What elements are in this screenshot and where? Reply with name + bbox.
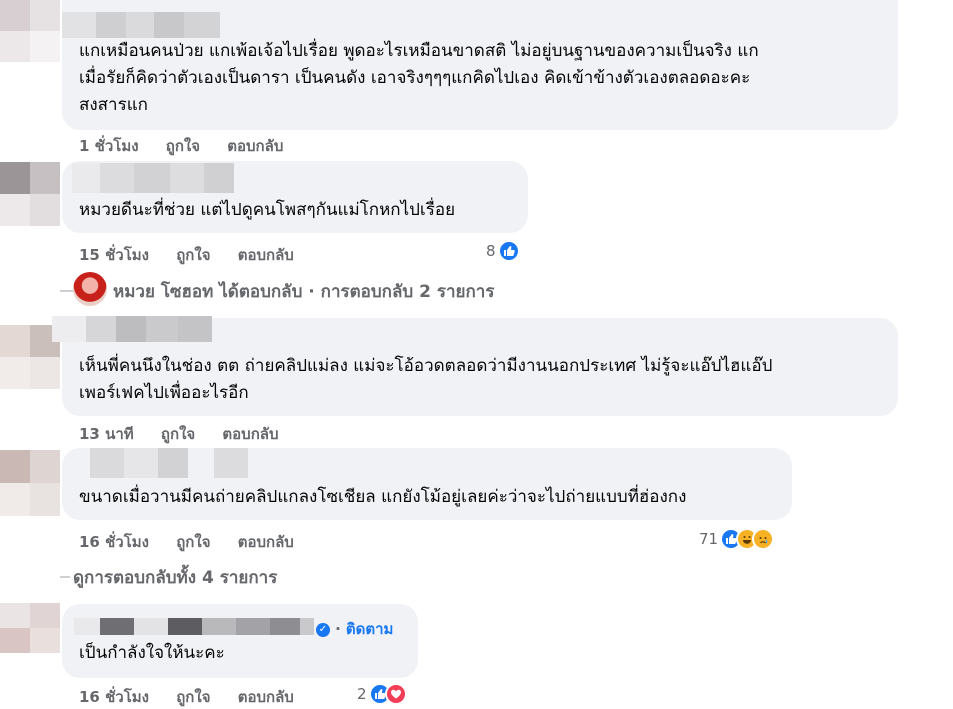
replier-name[interactable]: หมวย โซฮอท <box>113 282 213 302</box>
comment-text: แกเหมือนคนป่วย แกเพ้อเจ้อไปเรื่อย พูดอะไ… <box>79 41 759 115</box>
comment-timestamp[interactable]: 15 ชั่วโมง <box>79 243 149 267</box>
separator-dot: · <box>335 620 341 638</box>
comment-actions: 13 นาที ถูกใจ ตอบกลับ <box>79 422 301 446</box>
avatar[interactable] <box>0 603 60 653</box>
comment-text: หมวยดีนะที่ช่วย แต่ไปดูคนโพสๆกันแม่โกหกไ… <box>79 200 456 220</box>
commenter-name-blurred[interactable] <box>52 316 212 342</box>
reply-button[interactable]: ตอบกลับ <box>222 422 278 446</box>
avatar[interactable] <box>0 0 60 62</box>
avatar[interactable] <box>0 162 60 226</box>
reaction-summary[interactable]: 2 <box>357 683 407 705</box>
reply-button[interactable]: ตอบกลับ <box>238 685 294 709</box>
like-button[interactable]: ถูกใจ <box>176 530 210 554</box>
comment-actions: 16 ชั่วโมง ถูกใจ ตอบกลับ <box>79 685 316 709</box>
comment-actions: 16 ชั่วโมง ถูกใจ ตอบกลับ <box>79 530 316 554</box>
commenter-name-blurred[interactable] <box>72 163 234 193</box>
reaction-count: 8 <box>486 242 496 260</box>
follow-button[interactable]: ติดตาม <box>346 620 394 638</box>
verified-badge-icon: ✓ <box>316 622 330 637</box>
like-button[interactable]: ถูกใจ <box>176 685 210 709</box>
sad-reaction-icon <box>752 528 775 550</box>
commenter-name-blurred[interactable] <box>62 12 222 38</box>
like-button[interactable]: ถูกใจ <box>161 422 195 446</box>
commenter-name-blurred[interactable] <box>74 618 314 635</box>
reply-button[interactable]: ตอบกลับ <box>238 243 294 267</box>
reaction-count: 2 <box>357 685 367 703</box>
commenter-name-blurred[interactable] <box>90 448 248 478</box>
reply-button[interactable]: ตอบกลับ <box>227 134 283 158</box>
reply-summary-text[interactable]: ได้ตอบกลับ · การตอบกลับ 2 รายการ <box>213 282 494 302</box>
reaction-summary[interactable]: 8 <box>486 240 520 262</box>
replier-avatar[interactable] <box>73 272 107 306</box>
avatar[interactable] <box>0 325 60 389</box>
reply-connector-line <box>60 576 70 578</box>
comment-text: ขนาดเมื่อวานมีคนถ่ายคลิปแกลงโซเชียล แกยั… <box>79 487 687 507</box>
comment-timestamp[interactable]: 1 ชั่วโมง <box>79 134 139 158</box>
reaction-count: 71 <box>699 530 719 548</box>
comment-timestamp[interactable]: 13 นาที <box>79 422 134 446</box>
comment-actions: 1 ชั่วโมง ถูกใจ ตอบกลับ <box>79 134 305 158</box>
reply-summary[interactable]: หมวย โซฮอท ได้ตอบกลับ · การตอบกลับ 2 ราย… <box>113 278 494 305</box>
avatar[interactable] <box>0 450 60 516</box>
like-reaction-icon <box>497 240 520 262</box>
comment-timestamp[interactable]: 16 ชั่วโมง <box>79 530 149 554</box>
comment-actions: 15 ชั่วโมง ถูกใจ ตอบกลับ <box>79 243 316 267</box>
love-reaction-icon <box>384 683 407 705</box>
reply-button[interactable]: ตอบกลับ <box>238 530 294 554</box>
like-button[interactable]: ถูกใจ <box>166 134 200 158</box>
view-all-replies-link[interactable]: ดูการตอบกลับทั้ง 4 รายการ <box>73 564 277 591</box>
like-button[interactable]: ถูกใจ <box>176 243 210 267</box>
comment-text: เป็นกำลังใจให้นะคะ <box>79 643 225 663</box>
comment-timestamp[interactable]: 16 ชั่วโมง <box>79 685 149 709</box>
name-badges: ✓ · ติดตาม <box>316 617 393 641</box>
comment-text: เห็นพี่คนนึงในช่อง ตต ถ่ายคลิปแม่ลง แม่จ… <box>79 356 773 403</box>
reaction-summary[interactable]: 71 <box>699 528 775 550</box>
